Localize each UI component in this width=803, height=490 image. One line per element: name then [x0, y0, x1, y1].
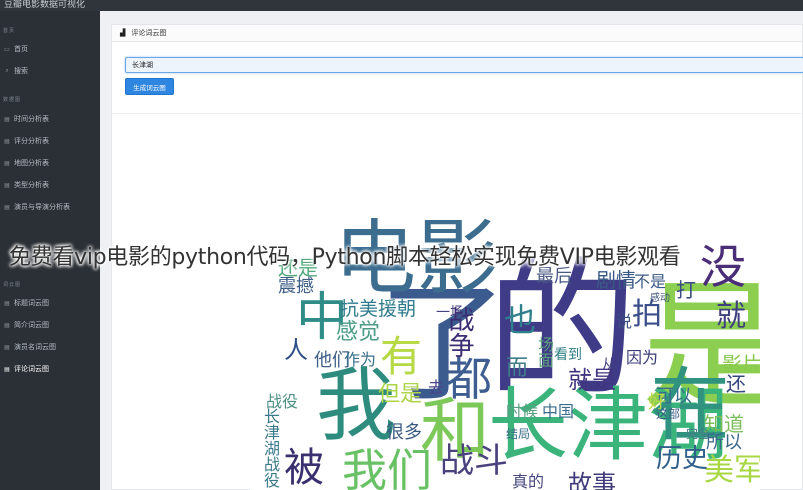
cloud-word: 没 — [700, 240, 746, 294]
cloud-word: 人 — [284, 336, 308, 364]
cloud-word: 结局 — [506, 427, 531, 441]
sidebar-item-actor-director-analysis[interactable]: ▤ 演员与导演分析表 — [3, 200, 98, 214]
sidebar-item-label: 首页 — [14, 46, 28, 53]
doc-icon: ▤ — [4, 344, 10, 351]
cloud-word: 我们 — [342, 444, 433, 490]
sidebar-section-data: 数据图 — [3, 97, 22, 103]
cloud-word: 去 — [428, 378, 445, 397]
sidebar-item-time-analysis[interactable]: ▤ 时间分析表 — [3, 112, 98, 126]
cloud-word: 战斗 — [440, 441, 508, 481]
sidebar-item-comment-cloud[interactable]: ▤ 评论词云图 — [3, 362, 98, 376]
sidebar-item-title-cloud[interactable]: ▤ 标题词云图 — [3, 296, 98, 310]
sidebar-section-wordcloud: 词云图 — [3, 282, 22, 288]
cloud-word: 中国 — [542, 402, 575, 421]
cloud-word: 因为 — [626, 348, 659, 367]
sidebar-item-label: 标题词云图 — [14, 300, 49, 307]
cloud-word: 感动 — [650, 293, 670, 304]
sidebar-item-home[interactable]: ▭ 首页 — [3, 42, 98, 56]
sidebar-item-actor-cloud[interactable]: ▤ 演员名词云图 — [3, 340, 98, 354]
sidebar-item-search[interactable]: ⌕ 搜索 — [3, 64, 98, 78]
doc-icon: ▤ — [4, 322, 10, 329]
app-title: 豆瓣电影数据可视化 — [4, 0, 86, 9]
cloud-word: 拍 — [632, 297, 662, 332]
doc-icon: ▤ — [4, 300, 10, 307]
sidebar-item-label: 评分分析表 — [14, 138, 49, 145]
cloud-word: 所以 — [706, 432, 742, 453]
cloud-word: 也 — [504, 301, 537, 339]
cloud-word: 而 — [506, 356, 529, 381]
cloud-word: 打 — [676, 278, 696, 302]
cloud-word: 剧情 — [596, 268, 636, 292]
divider — [112, 113, 803, 114]
cloud-word: 看到 — [554, 347, 582, 363]
monitor-icon: ▭ — [4, 46, 10, 53]
doc-icon: ▤ — [4, 160, 10, 167]
doc-icon: ▤ — [4, 204, 10, 211]
sidebar-item-map-analysis[interactable]: ▤ 地图分析表 — [3, 156, 98, 170]
sidebar-section-home: 首页 — [3, 28, 16, 34]
sidebar-item-label: 演员名词云图 — [14, 344, 56, 351]
cloud-word: 但是 — [378, 382, 423, 407]
movie-name-input[interactable] — [125, 57, 803, 73]
generate-wordcloud-button[interactable]: 生成词云图 — [125, 78, 174, 95]
sidebar-item-summary-cloud[interactable]: ▤ 简介词云图 — [3, 318, 98, 332]
sidebar-item-score-analysis[interactable]: ▤ 评分分析表 — [3, 134, 98, 148]
cloud-word: 就 — [716, 299, 746, 334]
cloud-word: 场面 — [535, 336, 554, 368]
cloud-word: 很多 — [386, 422, 422, 443]
cloud-word: 这部 — [656, 407, 681, 421]
cloud-word: 都 — [446, 352, 492, 406]
cloud-word: 时候 — [506, 402, 539, 421]
search-icon: ⌕ — [5, 67, 9, 74]
cloud-word: 从 — [602, 357, 616, 373]
sidebar-item-label: 地图分析表 — [14, 160, 49, 167]
cloud-word: 抗美援朝 — [340, 298, 417, 320]
cloud-word: 一场 — [436, 305, 464, 321]
cloud-word: 还 — [726, 372, 746, 396]
sidebar-item-label: 时间分析表 — [14, 116, 49, 123]
cloud-word: 有 — [380, 332, 423, 381]
sidebar-item-label: 评论词云图 — [14, 366, 49, 373]
cloud-word: 长津湖战役 — [261, 408, 280, 488]
chart-icon: ▟ — [120, 30, 126, 37]
cloud-word: 历史 — [656, 444, 709, 474]
cloud-word: 故事 — [568, 470, 616, 490]
sidebar-item-label: 搜索 — [14, 68, 28, 75]
cloud-word: 影片 — [722, 352, 760, 376]
sidebar-item-label: 简介词云图 — [14, 322, 49, 329]
cloud-word: 被 — [284, 445, 324, 490]
cloud-word: 真的 — [512, 472, 545, 490]
cloud-word: 震撼 — [278, 276, 314, 297]
card-header: ▟ 评论词云图 — [112, 25, 802, 42]
card-title: 评论词云图 — [131, 30, 167, 37]
overlay-caption: 免费看vip电影的python代码，Python脚本轻松实现免费VIP电影观看 — [9, 245, 681, 270]
cloud-word: 不是 — [634, 272, 667, 291]
sidebar-item-label: 类型分析表 — [14, 182, 49, 189]
cloud-word: 美军 — [704, 453, 760, 488]
doc-icon: ▤ — [4, 366, 10, 373]
sidebar-item-type-analysis[interactable]: ▤ 类型分析表 — [3, 178, 98, 192]
cloud-word: 完全 — [686, 427, 711, 441]
sidebar-item-label: 演员与导演分析表 — [14, 204, 70, 211]
doc-icon: ▤ — [4, 182, 10, 189]
top-bar: 豆瓣电影数据可视化 — [0, 0, 803, 11]
doc-icon: ▤ — [4, 138, 10, 145]
cloud-word: 说 — [616, 312, 633, 331]
doc-icon: ▤ — [4, 116, 10, 123]
cloud-word: 感觉 — [336, 320, 381, 345]
cloud-word: 作为 — [344, 350, 377, 369]
